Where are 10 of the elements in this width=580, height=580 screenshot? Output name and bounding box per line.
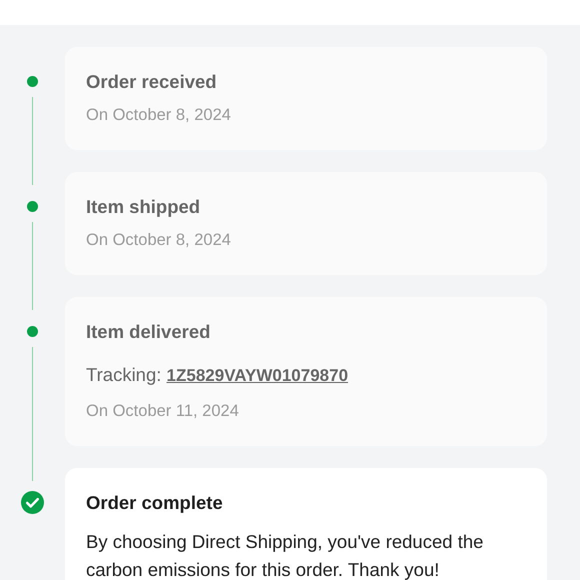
step-date: On October 11, 2024 [86,400,240,422]
tracking-link[interactable]: 1Z5829VAYW01079870 [166,366,348,386]
step-title: Order complete [86,492,224,514]
step-title: Order received [86,71,218,94]
step-title: Item delivered [86,320,212,344]
step-title: Item shipped [86,196,202,218]
tracking-label: Tracking: [86,364,162,386]
step-message: By choosing Direct Shipping, you've reduced the carbon emissions for this order. Thank you! [86,530,484,580]
step-date: On October 8, 2024 [86,230,232,252]
step-date: On October 8, 2024 [86,105,232,126]
